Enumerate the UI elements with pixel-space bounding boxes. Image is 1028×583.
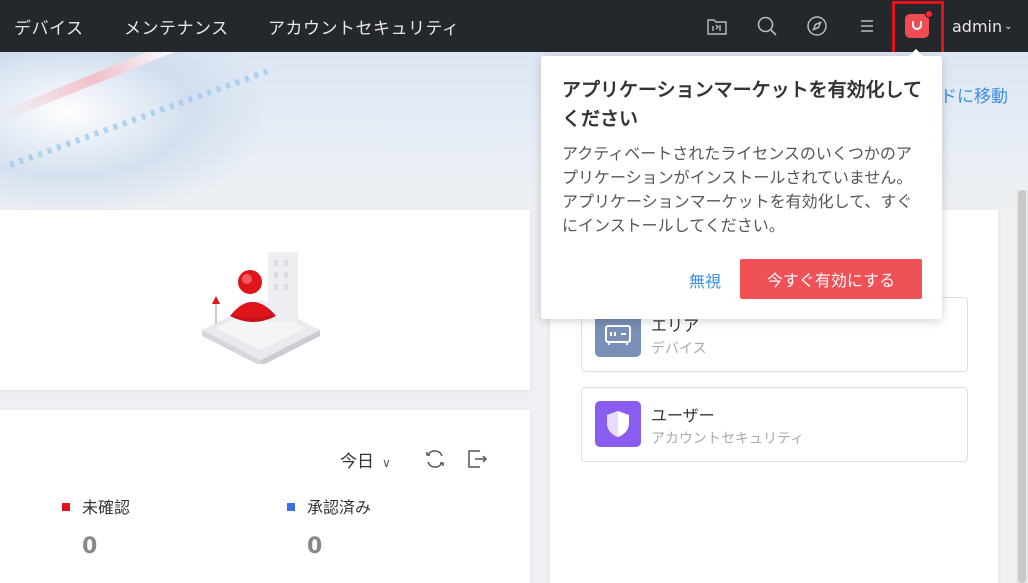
enable-now-button[interactable]: 今すぐ有効にする bbox=[740, 259, 922, 299]
shield-icon bbox=[595, 401, 641, 447]
chevron-down-icon: ∨ bbox=[382, 455, 391, 470]
approved-count: 0 bbox=[307, 534, 323, 559]
nav-item-account-security[interactable]: アカウントセキュリティ bbox=[268, 14, 459, 39]
stats-toolbar: 今日 ∨ bbox=[340, 446, 489, 472]
nav-item-devices[interactable]: デバイス bbox=[14, 14, 84, 39]
page-scrollbar[interactable] bbox=[1016, 190, 1028, 583]
user-menu[interactable]: admin ⌄ bbox=[952, 17, 1013, 36]
app-market-popover: アプリケーションマーケットを有効化してください アクティベートされたライセンスの… bbox=[541, 48, 942, 319]
search-icon[interactable] bbox=[755, 14, 779, 38]
shortcut-subtitle: デバイス bbox=[651, 341, 707, 357]
period-select[interactable]: 今日 ∨ bbox=[340, 447, 391, 472]
legend-approved: 承認済み bbox=[287, 494, 371, 518]
shortcut-subtitle: アカウントセキュリティ bbox=[651, 431, 805, 447]
compass-icon[interactable] bbox=[805, 14, 829, 38]
menu-icon[interactable] bbox=[855, 14, 879, 38]
export-icon[interactable] bbox=[465, 447, 489, 471]
unconfirmed-count: 0 bbox=[82, 534, 98, 559]
scrollbar-thumb[interactable] bbox=[1018, 190, 1026, 583]
popover-body: アクティベートされたライセンスのいくつかのアプリケーションがインストールされてい… bbox=[562, 144, 913, 235]
legend-label: 未確認 bbox=[82, 498, 131, 517]
welcome-card bbox=[0, 210, 530, 390]
username: admin bbox=[952, 17, 1003, 36]
chevron-down-icon: ⌄ bbox=[1004, 21, 1013, 32]
legend-swatch bbox=[287, 503, 295, 511]
notification-dot bbox=[925, 10, 933, 18]
app-market-icon[interactable] bbox=[905, 10, 933, 38]
user-illustration bbox=[196, 244, 326, 366]
legend-label: 承認済み bbox=[307, 498, 372, 517]
ignore-button[interactable]: 無視 bbox=[689, 268, 721, 292]
refresh-icon[interactable] bbox=[423, 447, 447, 471]
alarm-stats-card: 今日 ∨ 未確認 承認済み 0 0 bbox=[0, 410, 530, 583]
banner-decoration bbox=[0, 52, 260, 212]
banner-navigate-link[interactable]: ドに移動 bbox=[940, 82, 1008, 107]
shortcut-title: ユーザー bbox=[651, 406, 715, 425]
top-navigation-bar: デバイス メンテナンス アカウントセキュリティ admin ⌄ bbox=[0, 0, 1028, 55]
period-select-value: 今日 bbox=[340, 451, 374, 472]
file-manager-icon[interactable] bbox=[705, 14, 729, 38]
shortcut-user[interactable]: ユーザー アカウントセキュリティ bbox=[581, 387, 968, 462]
nav-item-maintenance[interactable]: メンテナンス bbox=[124, 14, 229, 39]
legend-unconfirmed: 未確認 bbox=[62, 494, 130, 518]
popover-title: アプリケーションマーケットを有効化してください bbox=[562, 79, 923, 130]
legend-swatch bbox=[62, 503, 70, 511]
